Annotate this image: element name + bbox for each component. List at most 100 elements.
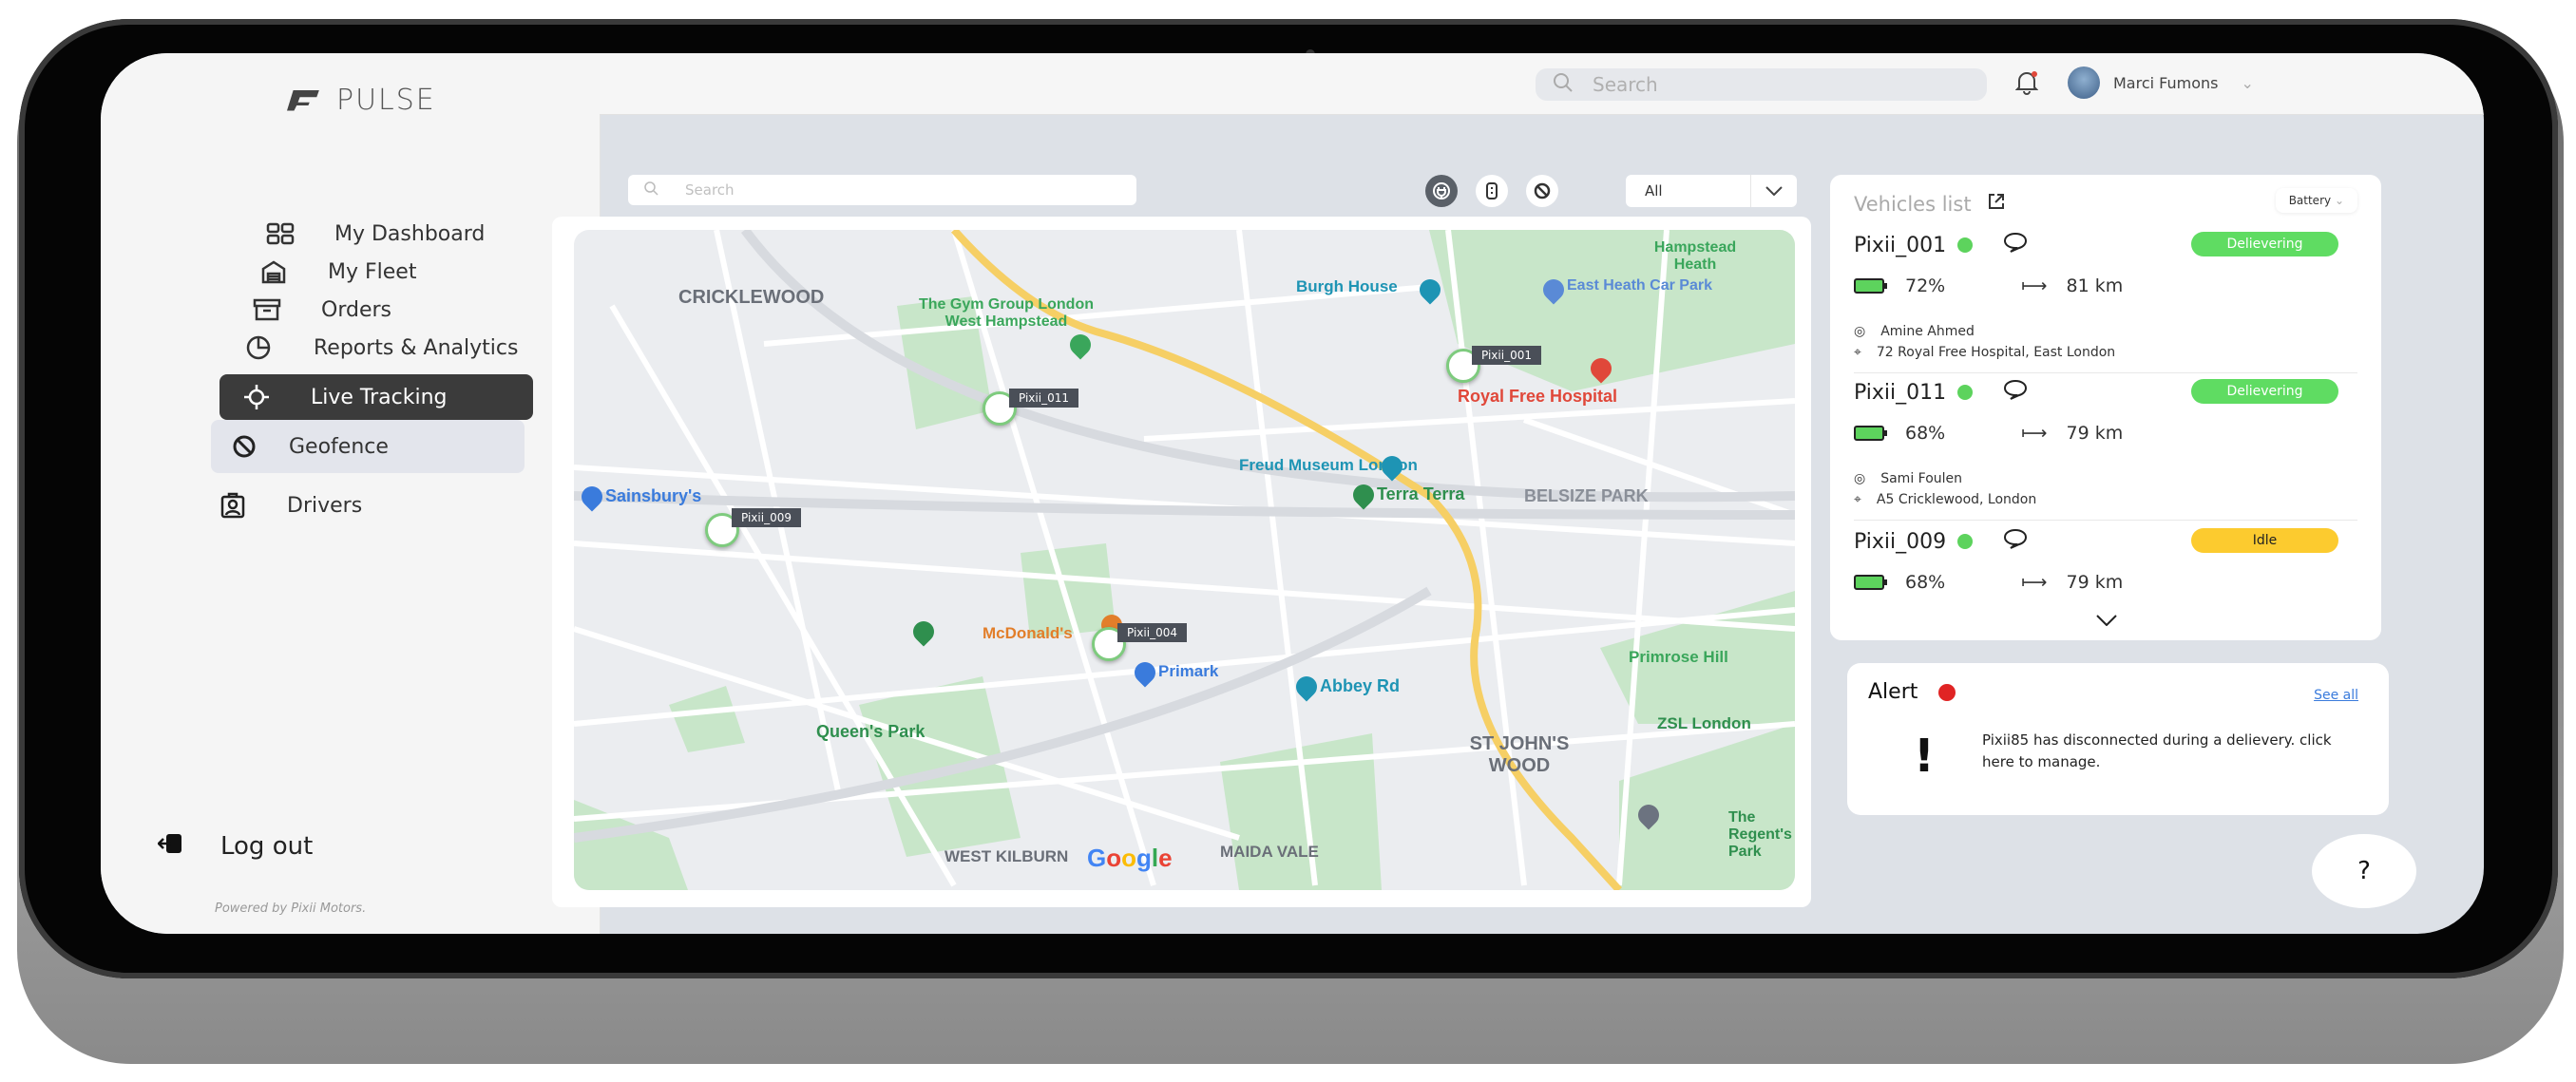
sidebar-item-label: Drivers	[287, 493, 363, 518]
map-area-label: MAIDA VALE	[1220, 843, 1319, 861]
status-badge: Idle	[2191, 528, 2338, 553]
help-button[interactable]: ?	[2312, 834, 2416, 908]
sidebar: PULSE My Dashboard My Fleet Orders Repor…	[101, 53, 601, 934]
driver-icon: ◎	[1854, 471, 1866, 486]
chat-icon[interactable]	[2003, 232, 2028, 258]
topbar: Search Marci Fumons ⌄	[600, 53, 2484, 115]
prohibited-icon	[228, 432, 260, 461]
external-link-icon[interactable]	[1987, 192, 2006, 216]
divider	[1854, 520, 2357, 521]
user-name: Marci Fumons	[2113, 73, 2219, 92]
map-poi-label[interactable]: The Regent's Park	[1728, 809, 1795, 861]
map-green-areas	[574, 230, 1795, 890]
sidebar-item-dashboard[interactable]: My Dashboard	[264, 215, 600, 253]
exclamation-icon: !	[1914, 730, 1935, 783]
map-poi-label[interactable]: Burgh House	[1296, 277, 1398, 296]
filter-charging-button[interactable]	[1425, 175, 1458, 207]
pulse-logo-icon	[287, 89, 319, 111]
logo[interactable]: PULSE	[287, 84, 436, 117]
sidebar-item-label: My Dashboard	[334, 221, 486, 246]
pie-chart-icon	[243, 333, 276, 362]
vehicle-location: A5 Cricklewood, London	[1876, 492, 2037, 507]
driver-name: Amine Ahmed	[1880, 324, 1975, 339]
global-search-input[interactable]: Search	[1536, 68, 1987, 101]
battery-level: 68%	[1905, 572, 1946, 593]
search-icon	[1553, 72, 1574, 98]
sidebar-item-fleet[interactable]: My Fleet	[258, 253, 600, 291]
bell-icon	[2014, 71, 2039, 95]
garage-icon	[258, 257, 290, 286]
vehicle-location: 72 Royal Free Hospital, East London	[1876, 345, 2116, 360]
map-poi-label[interactable]: Terra Terra	[1377, 484, 1464, 504]
vehicle-marker-label: Pixii_011	[1009, 389, 1078, 408]
search-placeholder: Search	[1593, 73, 1658, 96]
map-poi-label[interactable]: Abbey Rd	[1320, 676, 1400, 696]
sidebar-item-live-tracking[interactable]: Live Tracking	[219, 374, 533, 420]
location-pin-icon: ⌖	[1854, 345, 1861, 360]
driver-icon: ◎	[1854, 324, 1866, 339]
vehicle-filter-select[interactable]: All	[1626, 175, 1797, 207]
map-poi-label[interactable]: Royal Free Hospital	[1458, 387, 1617, 407]
user-menu[interactable]: Marci Fumons ⌄	[2068, 66, 2254, 99]
map-area-label: ST JOHN'S WOOD	[1469, 733, 1570, 776]
online-status-dot	[1957, 534, 1974, 549]
notifications-button[interactable]	[2014, 70, 2039, 99]
battery-icon	[1854, 426, 1887, 441]
logout-icon	[157, 832, 182, 861]
filter-blocked-button[interactable]	[1526, 175, 1558, 207]
map-view[interactable]: CRICKLEWOOD BELSIZE PARK ST JOHN'S WOOD …	[574, 230, 1795, 890]
map-poi-label[interactable]: ZSL London	[1657, 714, 1751, 733]
map-roads	[574, 230, 1795, 890]
filter-battery-button[interactable]	[1476, 175, 1508, 207]
map-area-label: BELSIZE PARK	[1524, 486, 1649, 505]
vehicle-marker-label: Pixii_004	[1117, 623, 1187, 642]
chat-icon[interactable]	[2003, 379, 2028, 406]
range-value: 79 km	[2066, 423, 2124, 444]
battery-icon	[1486, 182, 1498, 199]
vehicles-list-header: Vehicles list	[1854, 192, 2006, 216]
sidebar-item-orders[interactable]: Orders	[251, 291, 600, 329]
vehicles-list-panel: Vehicles list Battery ⌄ Pixii_001 Deliev…	[1830, 175, 2381, 640]
vehicle-list-item[interactable]: Pixii_011 Delievering 68% ⟼ 79 km ◎ Sami Fo…	[1854, 379, 2357, 521]
sidebar-item-geofence[interactable]: Geofence	[211, 420, 525, 473]
sidebar-item-drivers[interactable]: Drivers	[217, 486, 600, 524]
vehicle-list-item[interactable]: Pixii_001 Delievering 72% ⟼ 81 km ◎ Amine A…	[1854, 232, 2357, 373]
map-poi-label[interactable]: East Heath Car Park	[1567, 277, 1712, 294]
search-placeholder: Search	[685, 181, 735, 199]
map-search-input[interactable]: Search	[628, 175, 1136, 205]
vehicle-marker-label: Pixii_009	[732, 508, 801, 527]
vehicle-list-item[interactable]: Pixii_009 Idle 68% ⟼ 79 km	[1854, 528, 2357, 593]
map-area-label: WEST KILBURN	[945, 847, 1069, 865]
dashboard-grid-icon	[264, 219, 296, 248]
avatar	[2068, 66, 2100, 99]
status-badge: Delievering	[2191, 232, 2338, 256]
chat-icon[interactable]	[2003, 528, 2028, 555]
sidebar-nav: My Dashboard My Fleet Orders Reports & A…	[101, 215, 600, 524]
chevron-down-icon	[2096, 615, 2117, 627]
driver-name: Sami Foulen	[1880, 471, 1963, 486]
online-status-dot	[1957, 385, 1974, 400]
range-value: 81 km	[2066, 275, 2124, 296]
powered-by: Powered by Pixii Motors.	[215, 902, 367, 916]
map-poi-label[interactable]: Hampstead Heath	[1643, 239, 1747, 274]
sort-select[interactable]: Battery ⌄	[2275, 188, 2357, 213]
sort-value: Battery	[2288, 194, 2332, 207]
map-poi-label[interactable]: The Gym Group London West Hampstead	[902, 296, 1111, 331]
see-all-link[interactable]: See all	[2314, 688, 2358, 703]
map-poi-label[interactable]: Queen's Park	[816, 722, 925, 742]
map-poi-label[interactable]: Primark	[1158, 662, 1218, 681]
map-area-label: CRICKLEWOOD	[678, 287, 825, 308]
sidebar-item-reports[interactable]: Reports & Analytics	[243, 329, 600, 367]
alert-message[interactable]: Pixii85 has disconnected during a deliev…	[1982, 730, 2362, 773]
status-badge: Delievering	[2191, 379, 2338, 404]
logout-button[interactable]: Log out	[157, 832, 314, 861]
sidebar-item-label: Live Tracking	[311, 385, 448, 409]
map-poi-label[interactable]: Sainsbury's	[605, 486, 701, 506]
vehicle-id: Pixii_009	[1854, 529, 1947, 554]
map-poi-label[interactable]: McDonald's	[983, 624, 1073, 643]
show-more-button[interactable]	[2096, 612, 2117, 630]
app-screen: PULSE My Dashboard My Fleet Orders Repor…	[101, 53, 2484, 934]
map-poi-label[interactable]: Primrose Hill	[1629, 648, 1728, 667]
logout-label: Log out	[220, 832, 314, 861]
range-icon: ⟼	[2021, 572, 2048, 593]
